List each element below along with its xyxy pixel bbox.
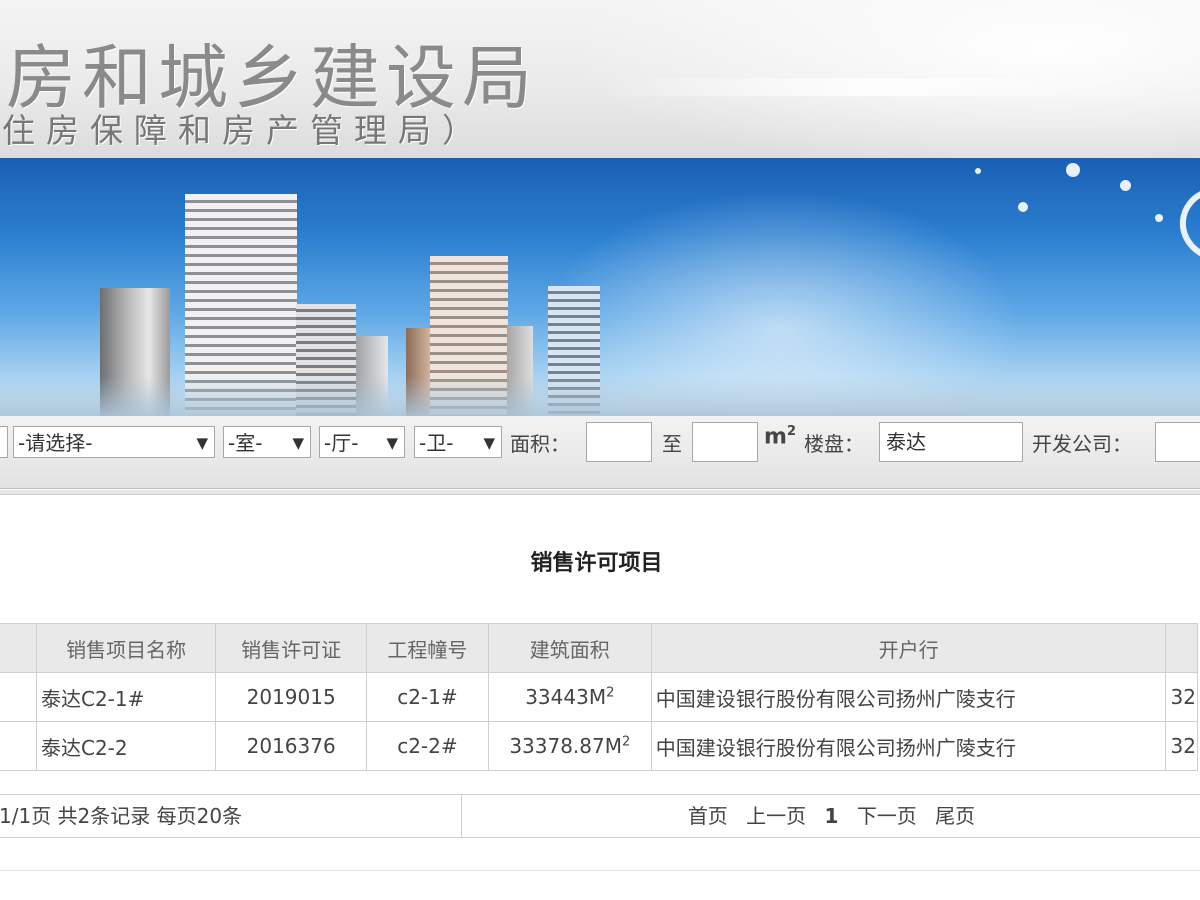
- divider: [0, 870, 1200, 871]
- area-superscript: 2: [606, 685, 615, 701]
- room-select-value: -室-: [228, 431, 263, 455]
- permit-cell: 2019015: [215, 672, 367, 722]
- area-cell: 33378.87M2: [487, 721, 652, 771]
- banner-dot: [975, 168, 981, 174]
- project-input[interactable]: 泰达: [879, 422, 1023, 462]
- section-title: 销售许可项目: [530, 551, 663, 576]
- city-banner: [0, 158, 1200, 416]
- account-cell: 32: [1165, 672, 1198, 722]
- table-cell: [0, 672, 37, 722]
- table-header-cell: 开户行: [650, 623, 1167, 673]
- sales-permit-table: 销售项目名称 销售许可证 工程幢号 建筑面积 开户行 泰达C2-1# 20190…: [0, 623, 1198, 771]
- banner-dot: [1155, 214, 1163, 222]
- project-label: 楼盘：: [804, 432, 864, 456]
- current-page: 1: [824, 804, 839, 828]
- bank-cell: 中国建设银行股份有限公司扬州广陵支行: [650, 721, 1167, 771]
- prev-page-link[interactable]: 上一页: [746, 804, 806, 828]
- district-select-partial[interactable]: [0, 426, 8, 458]
- unit-superscript: 2: [786, 424, 796, 439]
- area-value: 33443M: [525, 685, 607, 709]
- project-name-cell[interactable]: 泰达C2-2: [35, 721, 217, 771]
- pagination-summary: 1/1页 共2条记录 每页20条: [0, 795, 462, 837]
- chevron-down-icon: ▼: [386, 434, 398, 452]
- table-cell: [0, 721, 37, 771]
- project-name-cell[interactable]: 泰达C2-1#: [35, 672, 217, 722]
- to-label: 至: [662, 432, 682, 456]
- area-superscript: 2: [622, 734, 631, 750]
- swirl-icon: [1180, 191, 1200, 257]
- last-page-link[interactable]: 尾页: [935, 804, 975, 828]
- table-header-cell: [0, 623, 37, 673]
- table-row[interactable]: 泰达C2-2 2016376 c2-2# 33378.87M2 中国建设银行股份…: [0, 721, 1198, 771]
- chevron-down-icon: ▼: [196, 434, 208, 452]
- pagination-links: 首页 上一页 1 下一页 尾页: [462, 795, 1200, 837]
- region-select-value: -请选择-: [18, 431, 93, 455]
- unit-label: m2: [764, 424, 796, 449]
- building-cell: c2-2#: [365, 721, 489, 771]
- developer-label: 开发公司：: [1032, 432, 1132, 456]
- search-bar: -请选择- ▼ -室- ▼ -厅- ▼ -卫- ▼ 面积： 至 m2 楼盘： 泰…: [0, 416, 1200, 489]
- site-header: 房和城乡建设局 住房保障和房产管理局）: [0, 0, 1200, 158]
- area-value: 33378.87M: [509, 734, 622, 758]
- table-header-cell: [1165, 623, 1198, 673]
- area-cell: 33443M2: [487, 672, 652, 722]
- bath-select[interactable]: -卫- ▼: [414, 426, 502, 458]
- unit-text: m: [764, 424, 787, 450]
- bath-select-value: -卫-: [419, 431, 454, 455]
- area-to-input[interactable]: [692, 422, 758, 462]
- area-label: 面积：: [510, 432, 570, 456]
- bank-cell: 中国建设银行股份有限公司扬州广陵支行: [650, 672, 1167, 722]
- table-header-cell: 销售许可证: [215, 623, 367, 673]
- table-header-cell: 销售项目名称: [35, 623, 217, 673]
- site-subtitle: 住房保障和房产管理局）: [2, 111, 486, 150]
- building-cell: c2-1#: [365, 672, 489, 722]
- developer-input[interactable]: [1155, 422, 1200, 462]
- next-page-link[interactable]: 下一页: [857, 804, 917, 828]
- hall-select[interactable]: -厅- ▼: [319, 426, 405, 458]
- chevron-down-icon: ▼: [292, 434, 304, 452]
- table-header-cell: 工程幢号: [365, 623, 489, 673]
- banner-dot: [1066, 163, 1080, 177]
- chevron-down-icon: ▼: [483, 434, 495, 452]
- table-header-row: 销售项目名称 销售许可证 工程幢号 建筑面积 开户行: [0, 623, 1198, 673]
- first-page-link[interactable]: 首页: [688, 804, 728, 828]
- hall-select-value: -厅-: [324, 431, 359, 455]
- account-cell: 32: [1165, 721, 1198, 771]
- header-stripe: [594, 78, 1166, 96]
- table-row[interactable]: 泰达C2-1# 2019015 c2-1# 33443M2 中国建设银行股份有限…: [0, 672, 1198, 722]
- area-from-input[interactable]: [586, 422, 652, 462]
- room-select[interactable]: -室- ▼: [223, 426, 311, 458]
- banner-dot: [1018, 202, 1028, 212]
- permit-cell: 2016376: [215, 721, 367, 771]
- table-header-cell: 建筑面积: [487, 623, 652, 673]
- city-skyline-haze: [0, 376, 1200, 416]
- pagination: 1/1页 共2条记录 每页20条 首页 上一页 1 下一页 尾页: [0, 794, 1200, 838]
- divider: [0, 490, 1200, 495]
- region-select[interactable]: -请选择- ▼: [13, 426, 215, 458]
- banner-dot: [1120, 180, 1131, 191]
